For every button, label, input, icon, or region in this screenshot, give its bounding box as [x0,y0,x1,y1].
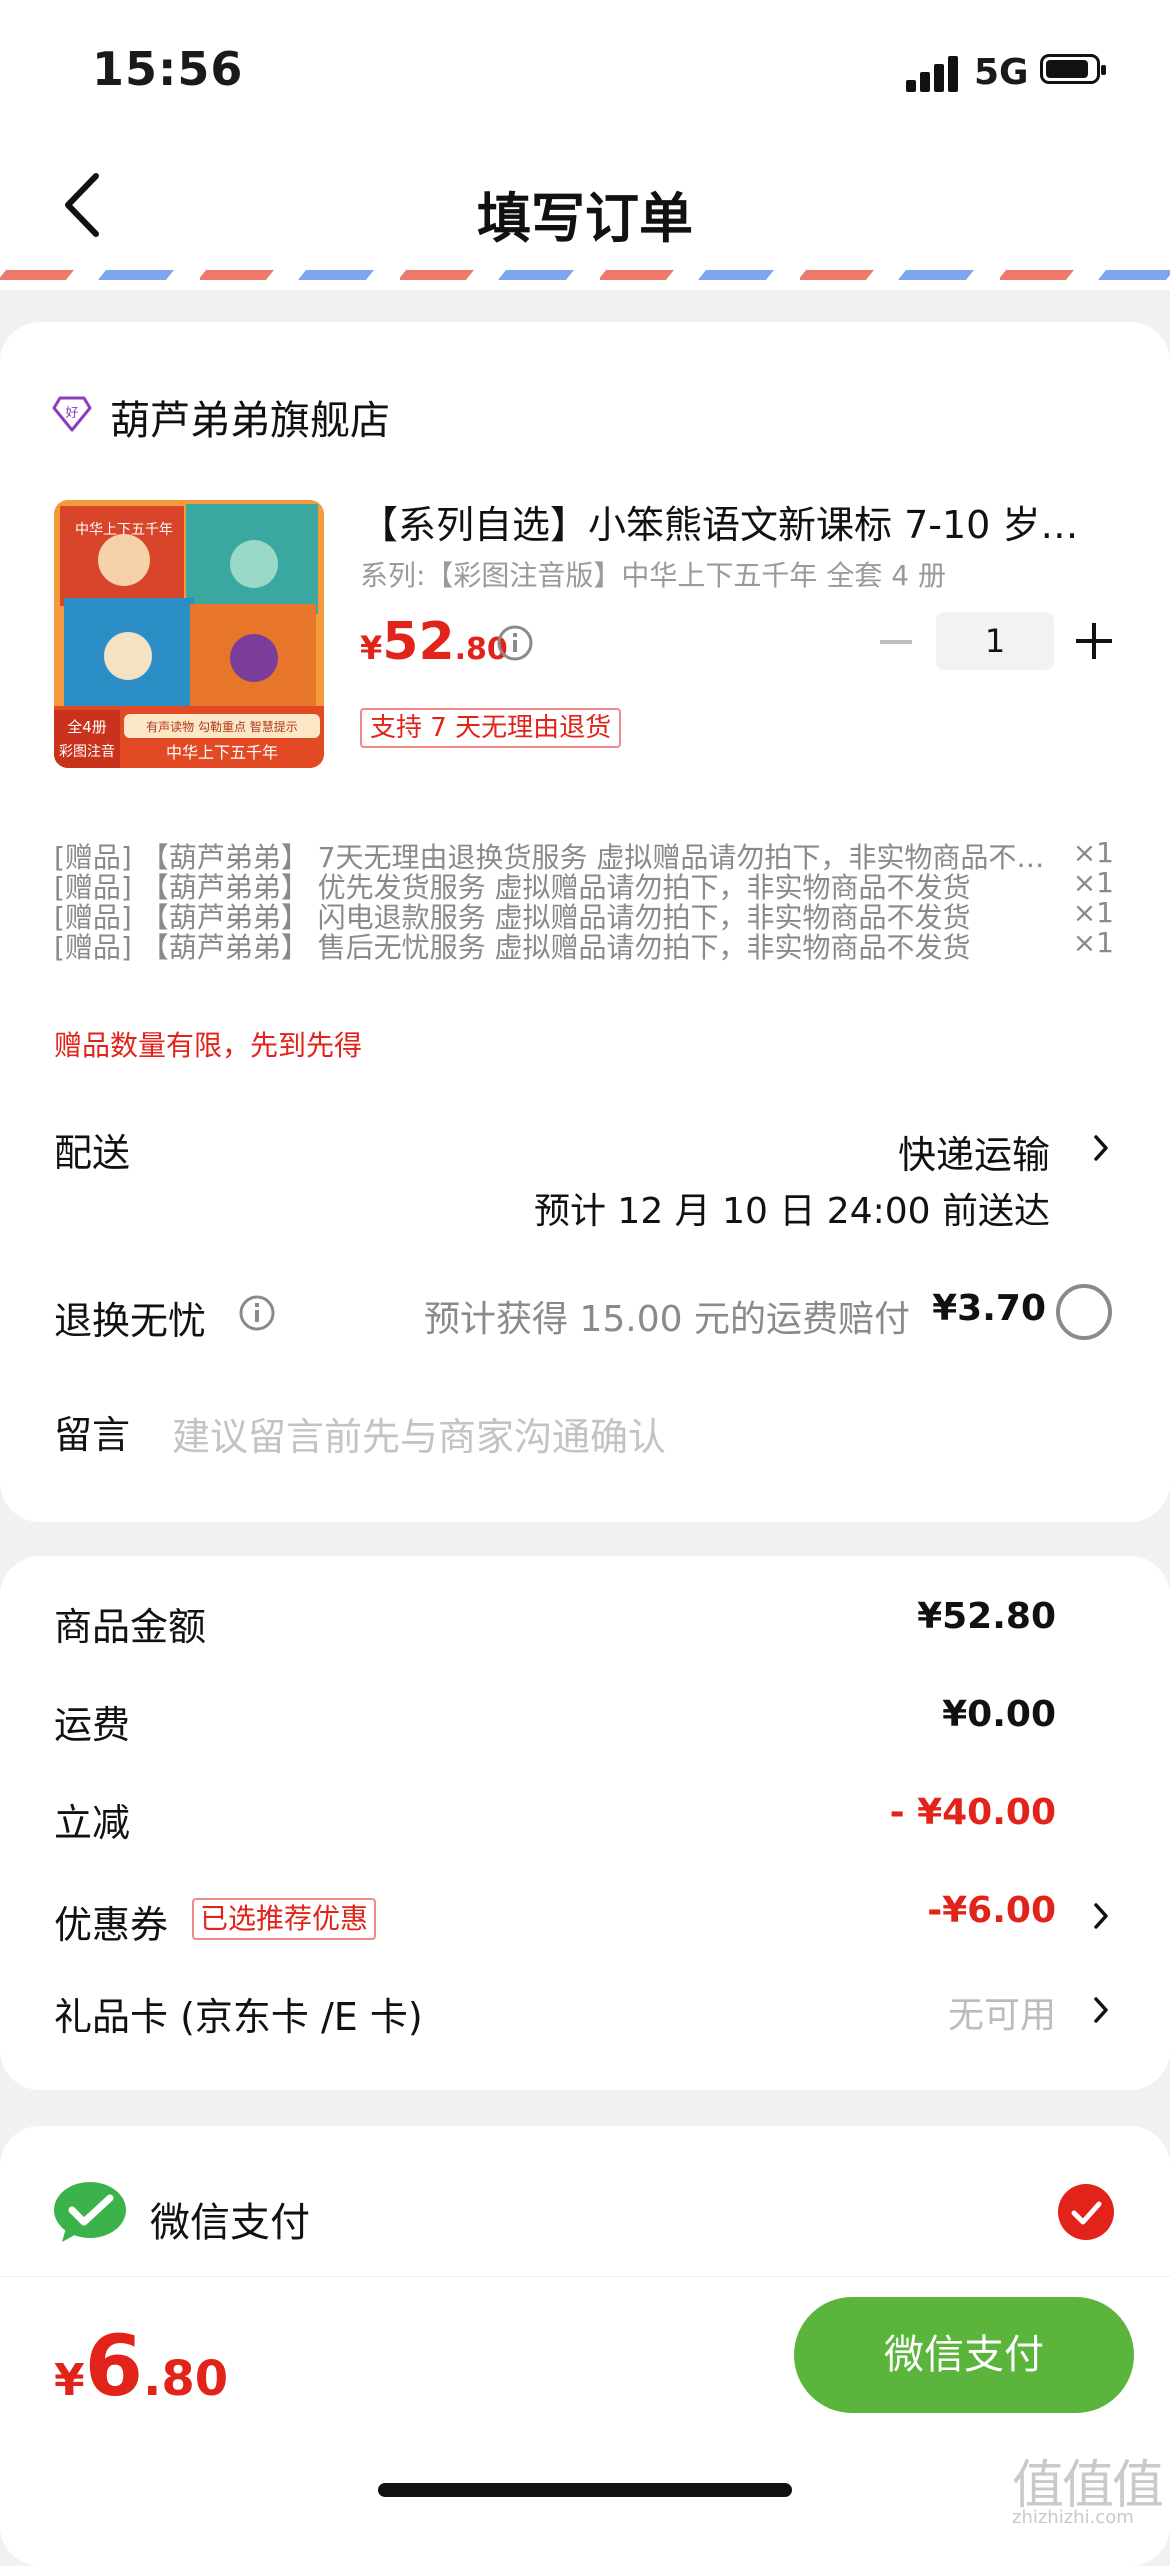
product-price: ¥52.80 [360,612,508,672]
quantity-minus-button[interactable] [880,640,912,644]
airmail-stripe [0,270,1170,290]
status-bar: 15:56 5G [0,0,1170,140]
network-type: 5G [974,52,1029,93]
coupon-tag[interactable]: 已选推荐优惠 [192,1898,377,1940]
total-price: ¥6.80 [54,2317,228,2415]
gift-limit-note: 赠品数量有限，先到先得 [54,1029,363,1062]
delivery-eta: 预计 12 月 10 日 24:00 前送达 [533,1191,1050,1232]
quantity-value[interactable]: 1 [936,612,1054,670]
shipping-label: 运费 [54,1703,131,1747]
page-title: 填写订单 [477,187,693,250]
shipping-value: ¥0.00 [942,1694,1056,1735]
worry-free-radio[interactable] [1056,1284,1112,1340]
message-input[interactable]: 建议留言前先与商家沟通确认 [172,1406,666,1461]
info-icon[interactable] [238,1294,276,1332]
cover-badge-bottom: 彩图注音 [59,743,115,760]
cover-banner: 有声读物 勾勒重点 智慧提示 [146,719,298,734]
shop-name[interactable]: 葫芦弟弟旗舰店 [110,388,390,446]
coupon-label: 优惠券 [54,1903,169,1947]
diamond-good-icon: 好 [52,394,92,434]
status-time: 15:56 [92,42,244,96]
pay-button[interactable]: 微信支付 [794,2297,1134,2413]
total-integer: 6 [84,2317,144,2415]
gift-qty: ×1 [1072,896,1114,929]
gift-qty: ×1 [1072,926,1114,959]
svg-text:好: 好 [65,406,78,421]
watermark-site: zhizhizhi.com [1012,2507,1134,2528]
gift-qty: ×1 [1072,836,1114,869]
info-icon[interactable] [496,624,534,662]
wechat-pay-icon [52,2180,128,2244]
price-summary-card: 商品金额 ¥52.80 运费 ¥0.00 立减 - ¥40.00 优惠券 已选推… [0,1556,1170,2090]
home-indicator[interactable] [378,2483,792,2497]
gift-item: [赠品] 【葫芦弟弟】 售后无忧服务 虚拟赠品请勿拍下，非实物商品不发货 ×1 [54,926,1114,966]
return-policy-tag: 支持 7 天无理由退货 [360,708,622,748]
price-integer: 52 [382,612,455,672]
worry-free-label: 退换无忧 [54,1299,207,1343]
battery-icon [1040,54,1106,84]
nav-bar: 填写订单 [0,140,1170,270]
order-item-card: 好 葫芦弟弟旗舰店 全4册 彩图注音 有声读物 勾勒重点 智慧提示 中华上下五千… [0,322,1170,1522]
goods-amount-value: ¥52.80 [917,1596,1056,1637]
discount-value: - ¥40.00 [889,1792,1056,1833]
gift-text: [赠品] 【葫芦弟弟】 售后无忧服务 虚拟赠品请勿拍下，非实物商品不发货 [54,931,971,964]
delivery-label: 配送 [54,1131,131,1175]
cover-series-title: 中华上下五千年 [166,743,278,762]
goods-amount-label: 商品金额 [54,1605,207,1649]
product-cover-image[interactable]: 全4册 彩图注音 有声读物 勾勒重点 智慧提示 中华上下五千年 中华上下五千年 [54,500,324,768]
message-label: 留言 [54,1413,131,1457]
giftcard-label: 礼品卡 (京东卡 /E 卡) [54,1995,423,2039]
coupon-value[interactable]: -¥6.00 [927,1890,1056,1931]
gift-qty: ×1 [1072,866,1114,899]
checkout-bar: ¥6.80 微信支付 值值值 zhizhizhi.com [0,2276,1170,2533]
chevron-right-icon[interactable] [1092,1134,1110,1162]
chevron-right-icon[interactable] [1092,1996,1110,2024]
giftcard-value[interactable]: 无可用 [948,1986,1056,2038]
discount-label: 立减 [54,1801,131,1845]
chevron-right-icon[interactable] [1092,1902,1110,1930]
delivery-method[interactable]: 快递运输 [898,1124,1050,1179]
total-symbol: ¥ [54,2355,85,2406]
selected-check-icon[interactable] [1058,2184,1114,2240]
quantity-plus-button[interactable] [1076,623,1112,659]
total-decimal: .80 [143,2351,229,2407]
worry-free-desc: 预计获得 15.00 元的运费赔付 [424,1299,910,1340]
product-title[interactable]: 【系列自选】小笨熊语文新课标 7-10 岁… [360,494,1120,549]
worry-free-price: ¥3.70 [932,1288,1046,1329]
price-symbol: ¥ [360,629,383,667]
signal-icon [906,56,960,92]
payment-method-label: 微信支付 [150,2200,310,2246]
cover-badge-top: 全4册 [67,718,107,736]
cover-book-title: 中华上下五千年 [75,522,173,538]
product-spec[interactable]: 系列:【彩图注音版】中华上下五千年 全套 4 册 [360,554,946,594]
